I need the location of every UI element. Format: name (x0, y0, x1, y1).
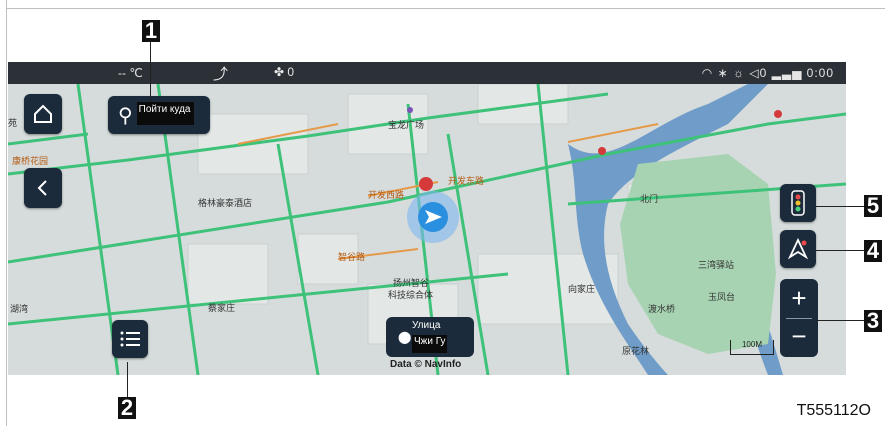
map-label: 苑 (8, 117, 17, 129)
temperature-readout[interactable]: -- ℃ (118, 66, 143, 80)
map-label: 向家庄 (568, 283, 595, 295)
brightness-icon: ☼ (733, 66, 745, 80)
map-label: 渡水桥 (648, 303, 675, 315)
home-icon (34, 104, 52, 123)
street-line2: Чжи Гу (412, 335, 448, 353)
page-frame-top (6, 8, 885, 9)
map-scale: 100M (730, 340, 774, 355)
street-line1: Улица (412, 320, 441, 331)
traffic-light-icon (791, 190, 805, 216)
bluetooth-icon: ∗ (717, 66, 729, 80)
map-label: 格林豪泰酒店 (198, 197, 252, 209)
home-button[interactable] (24, 94, 62, 134)
map-copyright: Data © NavInfo (390, 359, 462, 370)
search-label: Пойти куда (136, 102, 194, 125)
callout-3-line (815, 320, 865, 321)
callout-1: 1 (142, 20, 160, 42)
map-label: 蔡家庄 (208, 302, 235, 314)
volume-icon: ◁ (749, 66, 760, 80)
poi-icon[interactable] (598, 147, 606, 155)
map-label: 开发西路 (368, 189, 404, 201)
orientation-button[interactable] (780, 230, 816, 268)
callout-5-line (815, 206, 865, 207)
compass-arrow-icon (787, 238, 809, 260)
map-label: 原花林 (622, 345, 649, 357)
fan-level: 0 (287, 65, 295, 79)
back-button[interactable] (24, 168, 62, 208)
seat-heat-icon[interactable]: ⤴ (213, 63, 228, 84)
callout-5: 5 (864, 195, 882, 217)
north-marker-icon (419, 177, 433, 191)
volume-level: 0 (759, 66, 768, 80)
search-button[interactable]: ⚲ Пойти куда (108, 96, 210, 134)
poi-icon[interactable] (407, 107, 413, 113)
current-street-label: ⬤ Улица Чжи Гу (386, 317, 474, 357)
location-pin-icon: ⬤ (398, 330, 412, 344)
map-label: 宝龙广场 (388, 119, 424, 131)
zoom-control: + − (780, 279, 818, 357)
search-icon: ⚲ (118, 104, 133, 127)
traffic-light-button[interactable] (780, 184, 816, 222)
poi-icon[interactable] (774, 110, 782, 118)
map-label: 玉凤台 (708, 291, 735, 303)
clock: 0:00 (806, 66, 834, 80)
map-label: 北门 (640, 193, 658, 205)
zoom-divider (786, 318, 812, 319)
callout-2-line (127, 362, 128, 397)
menu-button[interactable] (112, 320, 148, 358)
map-label: 康桥花园 (12, 155, 48, 167)
map-label: 开发东路 (448, 175, 484, 187)
map-label: 科技综合体 (388, 289, 433, 301)
list-icon (120, 331, 140, 347)
status-icons: ◠ ∗ ☼ ◁0 ▂▃▅ 0:00 (702, 66, 834, 80)
callout-3: 3 (864, 310, 882, 332)
callout-4-line (815, 250, 865, 251)
callout-2: 2 (118, 397, 136, 419)
page-frame-left (6, 0, 7, 426)
figure-reference: T555112O (796, 402, 871, 419)
wifi-icon: ◠ (701, 66, 714, 80)
callout-1-line (150, 42, 151, 102)
status-bar: -- ℃ ⤴ ✤ 0 ◠ ∗ ☼ ◁0 ▂▃▅ 0:00 (8, 62, 846, 84)
head-unit-screen: -- ℃ ⤴ ✤ 0 ◠ ∗ ☼ ◁0 ▂▃▅ 0:00 宝龙广场 开发西路 开… (8, 62, 846, 375)
zoom-in-button[interactable]: + (780, 283, 818, 313)
callout-4: 4 (864, 240, 882, 262)
map-label: 扬州智谷 (393, 277, 429, 289)
zoom-out-button[interactable]: − (780, 321, 818, 351)
map-label: 湖湾 (10, 303, 28, 315)
fan-icon[interactable]: ✤ 0 (274, 65, 294, 79)
map-label: 三湾驿站 (698, 259, 734, 271)
map-label: 智谷路 (338, 251, 365, 263)
chevron-left-icon (37, 180, 47, 196)
signal-icon: ▂▃▅ (771, 66, 803, 80)
